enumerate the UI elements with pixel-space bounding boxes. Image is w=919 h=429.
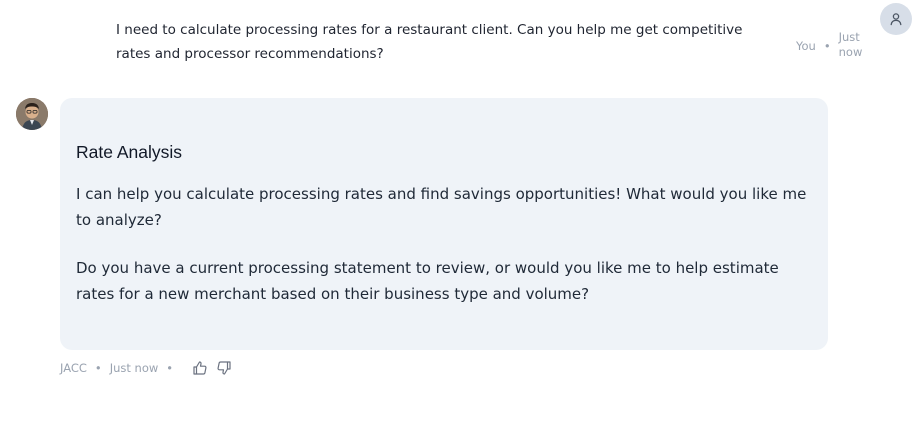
separator-dot: • bbox=[823, 39, 831, 53]
user-avatar bbox=[880, 3, 912, 35]
assistant-sender-label: JACC bbox=[60, 361, 87, 375]
feedback-buttons bbox=[191, 359, 239, 377]
user-message-meta: You • Just now bbox=[796, 30, 866, 60]
thumbs-up-button[interactable] bbox=[191, 359, 209, 377]
user-sender-label: You bbox=[796, 39, 816, 53]
assistant-avatar bbox=[16, 98, 48, 130]
assistant-message-bubble: Rate Analysis I can help you calculate p… bbox=[60, 98, 828, 350]
user-icon bbox=[890, 13, 902, 26]
message-paragraph: Do you have a current processing stateme… bbox=[76, 259, 779, 303]
user-timestamp: Just now bbox=[838, 30, 863, 59]
separator-dot: • bbox=[94, 361, 102, 375]
message-paragraph: I can help you calculate processing rate… bbox=[76, 185, 807, 229]
thumbs-down-button[interactable] bbox=[215, 359, 233, 377]
message-title: Rate Analysis bbox=[76, 142, 183, 162]
separator-dot: • bbox=[166, 361, 174, 375]
user-message: I need to calculate processing rates for… bbox=[116, 22, 743, 62]
thumbs-up-icon bbox=[193, 361, 207, 375]
assistant-message-meta: JACC • Just now • bbox=[60, 359, 239, 377]
thumbs-down-icon bbox=[217, 361, 231, 375]
assistant-timestamp: Just now bbox=[109, 361, 159, 375]
